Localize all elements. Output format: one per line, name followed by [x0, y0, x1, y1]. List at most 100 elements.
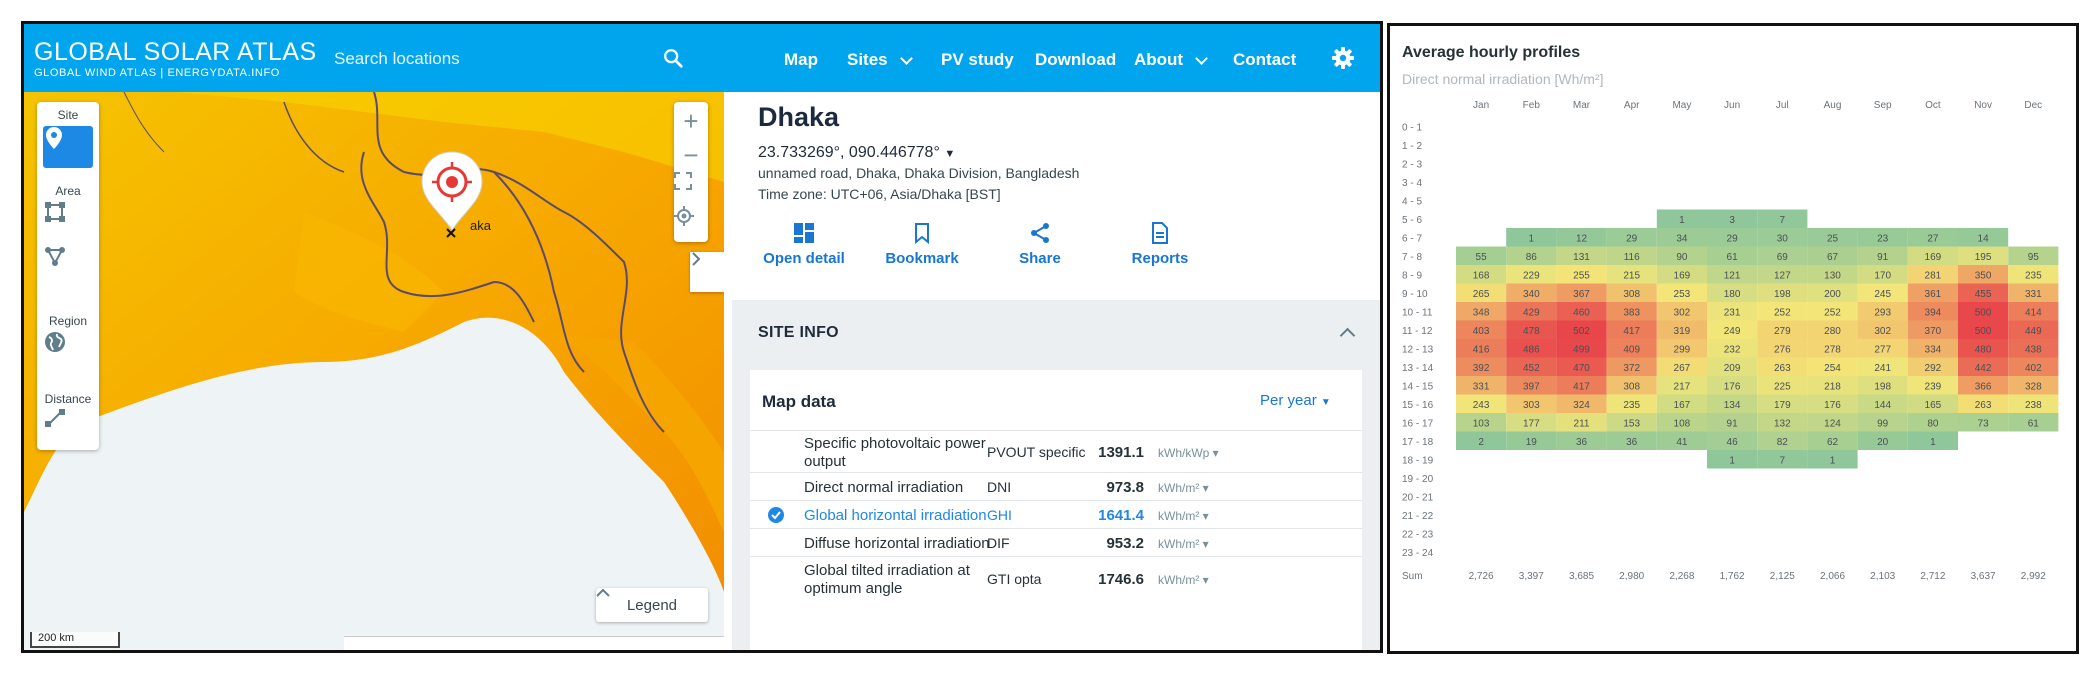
- zoom-in-button[interactable]: +: [674, 104, 708, 138]
- heatmap-cell-value: 95: [2028, 252, 2040, 263]
- heatmap-cell-value: 103: [1473, 418, 1490, 429]
- area-tool-button[interactable]: [43, 200, 93, 242]
- open-detail-button[interactable]: Open detail: [744, 222, 864, 267]
- share-button[interactable]: Share: [980, 222, 1100, 267]
- unit-text: kWh/kWp: [1158, 446, 1210, 460]
- heatmap-cell-value: 90: [1676, 252, 1688, 263]
- site-info-title[interactable]: SITE INFO: [758, 324, 839, 342]
- row-value: 1391.1: [1098, 444, 1144, 461]
- row-abbr: GTI opta: [987, 571, 1042, 587]
- period-select[interactable]: Per year ▼: [1260, 392, 1331, 409]
- heatmap-cell-value: 238: [2025, 400, 2042, 411]
- row-dif[interactable]: Diffuse horizontal irradiation DIF 953.2…: [750, 528, 1362, 557]
- reports-button[interactable]: Reports: [1100, 222, 1220, 267]
- chevron-up-icon: [596, 588, 610, 597]
- heatmap-cell-value: 235: [1623, 400, 1640, 411]
- nav-about[interactable]: About: [1134, 50, 1208, 70]
- nav-pv-study[interactable]: PV study: [941, 50, 1014, 70]
- nav-sites[interactable]: Sites: [847, 50, 913, 70]
- site-city-name: Dhaka: [758, 102, 840, 132]
- month-label: Aug: [1824, 100, 1842, 111]
- map-scale-bar: 200 km: [30, 632, 120, 648]
- row-dni[interactable]: Direct normal irradiation DNI 973.8 kWh/…: [750, 472, 1362, 501]
- logo-subtitle[interactable]: GLOBAL WIND ATLAS | ENERGYDATA.INFO: [34, 67, 280, 79]
- heatmap-cell-value: 402: [2025, 363, 2042, 374]
- heatmap-cell-value: 14: [1978, 233, 1990, 244]
- heatmap-cell-value: 302: [1874, 326, 1891, 337]
- panel-toggle-button[interactable]: [690, 252, 724, 292]
- heatmap-cell-value: 366: [1975, 381, 1992, 392]
- draw-area-tool-button[interactable]: [43, 244, 93, 286]
- logo-title[interactable]: GLOBAL SOLAR ATLAS: [34, 38, 317, 67]
- region-tool-button[interactable]: [43, 330, 93, 372]
- nav-download[interactable]: Download: [1035, 50, 1116, 70]
- hour-label: 2 - 3: [1402, 159, 1422, 170]
- map-view[interactable]: aka Site Area Region Distance + − Legend…: [24, 92, 724, 650]
- locate-me-button[interactable]: [674, 206, 708, 240]
- row-unit[interactable]: kWh/kWp ▾: [1158, 446, 1219, 460]
- fullscreen-button[interactable]: [674, 172, 708, 206]
- distance-tool-button[interactable]: [43, 406, 93, 448]
- sum-value: 2,726: [1469, 571, 1494, 582]
- nav-map[interactable]: Map: [784, 50, 818, 70]
- row-unit[interactable]: kWh/m² ▾: [1158, 481, 1209, 495]
- sum-value: 2,992: [2021, 571, 2046, 582]
- site-coordinates[interactable]: 23.733269°, 090.446778° ▼: [758, 144, 955, 162]
- site-tool-button[interactable]: [43, 126, 93, 168]
- marker-city-label: aka: [470, 218, 492, 233]
- sum-value: 2,712: [1920, 571, 1945, 582]
- tool-area-label: Area: [55, 184, 81, 198]
- heatmap-cell-value: 416: [1473, 344, 1490, 355]
- row-pvout[interactable]: Specific photovoltaic power output PVOUT …: [750, 430, 1362, 473]
- gear-icon[interactable]: [1331, 46, 1355, 70]
- zoom-out-button[interactable]: −: [674, 138, 708, 172]
- row-unit[interactable]: kWh/m² ▾: [1158, 537, 1209, 551]
- nav-contact[interactable]: Contact: [1233, 50, 1296, 70]
- heatmap-cell-value: 328: [2025, 381, 2042, 392]
- month-label: Apr: [1624, 100, 1640, 111]
- tool-distance-label: Distance: [44, 392, 92, 406]
- chevron-up-icon[interactable]: [1339, 327, 1356, 344]
- heatmap-cell-value: 252: [1774, 307, 1791, 318]
- heatmap-cell-value: 367: [1573, 289, 1590, 300]
- hourly-profile-window: Average hourly profiles Direct normal ir…: [1387, 23, 2079, 654]
- heatmap-cell-value: 1: [1729, 455, 1735, 466]
- heatmap-cell-value: 30: [1777, 233, 1789, 244]
- tool-region-label: Region: [48, 314, 88, 328]
- heatmap-cell-value: 417: [1573, 381, 1590, 392]
- heatmap-cell-value: 370: [1925, 326, 1942, 337]
- hour-label: 7 - 8: [1402, 252, 1422, 263]
- heatmap-cell-value: 167: [1674, 400, 1691, 411]
- sum-value: 2,125: [1770, 571, 1795, 582]
- row-value: 953.2: [1106, 535, 1144, 552]
- heatmap-cell-value: 2: [1478, 437, 1484, 448]
- hour-label: 23 - 24: [1402, 548, 1434, 559]
- row-value: 1746.6: [1098, 571, 1144, 588]
- heatmap-cell-value: 211: [1574, 418, 1590, 429]
- search-icon[interactable]: [662, 47, 684, 69]
- heatmap-cell-value: 169: [1674, 270, 1691, 281]
- row-unit[interactable]: kWh/m² ▾: [1158, 509, 1209, 523]
- crosshair-icon: [674, 206, 694, 226]
- row-name: Global tilted irradiation at optimum angl…: [804, 562, 970, 598]
- heatmap-cell-value: 499: [1573, 344, 1590, 355]
- site-timezone: Time zone: UTC+06, Asia/Dhaka [BST]: [758, 186, 1001, 202]
- heatmap-cell-value: 334: [1925, 344, 1942, 355]
- heatmap-cell-value: 179: [1774, 400, 1791, 411]
- bookmark-label: Bookmark: [885, 250, 959, 267]
- heatmap-cell-value: 217: [1674, 381, 1691, 392]
- heatmap-cell-value: 394: [1925, 307, 1942, 318]
- heatmap-cell-value: 215: [1623, 270, 1640, 281]
- check-circle-icon[interactable]: [768, 507, 784, 523]
- row-unit[interactable]: kWh/m² ▾: [1158, 573, 1209, 587]
- legend-button[interactable]: Legend: [596, 588, 708, 622]
- map-zoom-controls: + −: [674, 102, 708, 242]
- hour-label: 17 - 18: [1402, 437, 1434, 448]
- dashboard-icon: [794, 223, 814, 243]
- heatmap-cell-value: 502: [1573, 326, 1590, 337]
- search-input[interactable]: [332, 43, 646, 75]
- row-gti[interactable]: Global tilted irradiation at optimum angl…: [750, 556, 1362, 601]
- row-ghi[interactable]: Global horizontal irradiation GHI 1641.4…: [750, 500, 1362, 529]
- nav-about-label: About: [1134, 50, 1184, 69]
- bookmark-button[interactable]: Bookmark: [862, 222, 982, 267]
